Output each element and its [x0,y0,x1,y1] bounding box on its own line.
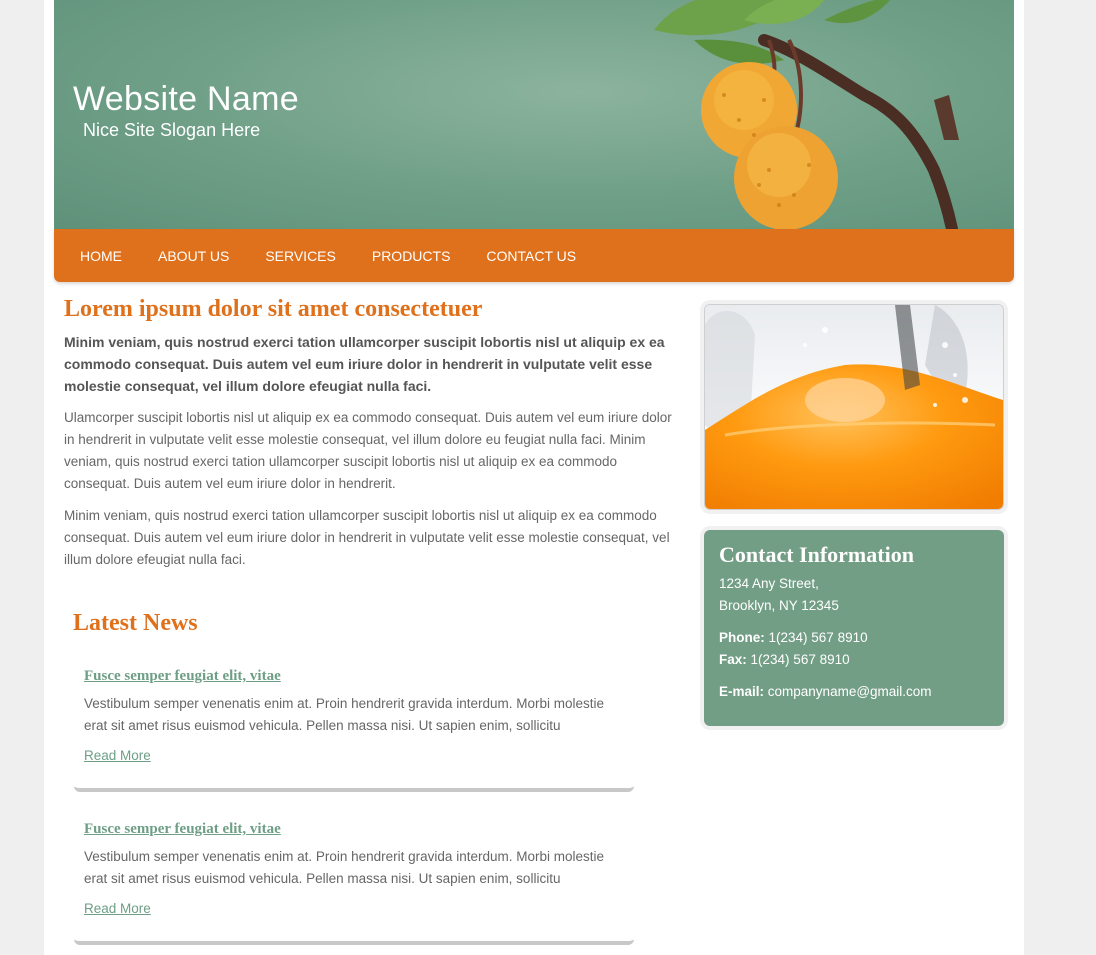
nav-item-about-us[interactable]: ABOUT US [158,248,229,264]
fax-line: Fax: 1(234) 567 8910 [719,652,850,667]
contact-information-box: Contact Information 1234 Any Street, Bro… [704,530,1004,726]
nav-item-products[interactable]: PRODUCTS [372,248,451,264]
news-item: Fusce semper feugiat elit, vitae Vestibu… [74,821,634,945]
news-item-title-link[interactable]: Fusce semper feugiat elit, vitae [84,668,281,685]
orange-juice-glass-image [705,305,1003,509]
contact-title: Contact Information [719,542,914,567]
news-item-title-link[interactable]: Fusce semper feugiat elit, vitae [84,821,281,838]
news-item: Fusce semper feugiat elit, vitae Vestibu… [74,668,634,792]
address-line-1: 1234 Any Street, [719,576,819,591]
email-value[interactable]: companyname@gmail.com [768,684,932,699]
nav-item-home[interactable]: HOME [80,248,122,264]
nav-item-contact-us[interactable]: CONTACT US [486,248,576,264]
site-header: Website Name Nice Site Slogan Here [54,0,1014,229]
news-item-text: Vestibulum semper venenatis enim at. Pro… [84,849,604,886]
body-paragraph-2: Minim veniam, quis nostrud exerci tation… [64,508,670,567]
phone-label: Phone: [719,630,765,645]
email-label: E-mail: [719,684,765,699]
phone-line: Phone: 1(234) 567 8910 [719,630,868,645]
arbutus-fruit-branch-illustration [654,0,959,229]
site-slogan: Nice Site Slogan Here [83,120,261,140]
address-line-2: Brooklyn, NY 12345 [719,598,839,613]
news-section-title: Latest News [73,610,198,636]
main-content: Lorem ipsum dolor sit amet consectetuer … [64,296,684,571]
news-item-text: Vestibulum semper venenatis enim at. Pro… [84,696,604,733]
nav-item-services[interactable]: SERVICES [265,248,336,264]
email-line: E-mail: companyname@gmail.com [719,684,932,699]
site-name[interactable]: Website Name [73,80,299,119]
page-container: Website Name Nice Site Slogan Here HOME … [44,0,1024,955]
fax-value: 1(234) 567 8910 [750,652,850,667]
read-more-link[interactable]: Read More [84,901,151,916]
main-navigation: HOME ABOUT US SERVICES PRODUCTS CONTACT … [54,229,1014,282]
lead-paragraph: Minim veniam, quis nostrud exerci tation… [64,334,665,394]
sidebar-photo [704,304,1004,510]
fax-label: Fax: [719,652,747,667]
read-more-link[interactable]: Read More [84,748,151,763]
phone-value: 1(234) 567 8910 [768,630,868,645]
main-heading: Lorem ipsum dolor sit amet consectetuer [64,296,483,322]
body-paragraph-1: Ulamcorper suscipit lobortis nisl ut ali… [64,410,672,491]
